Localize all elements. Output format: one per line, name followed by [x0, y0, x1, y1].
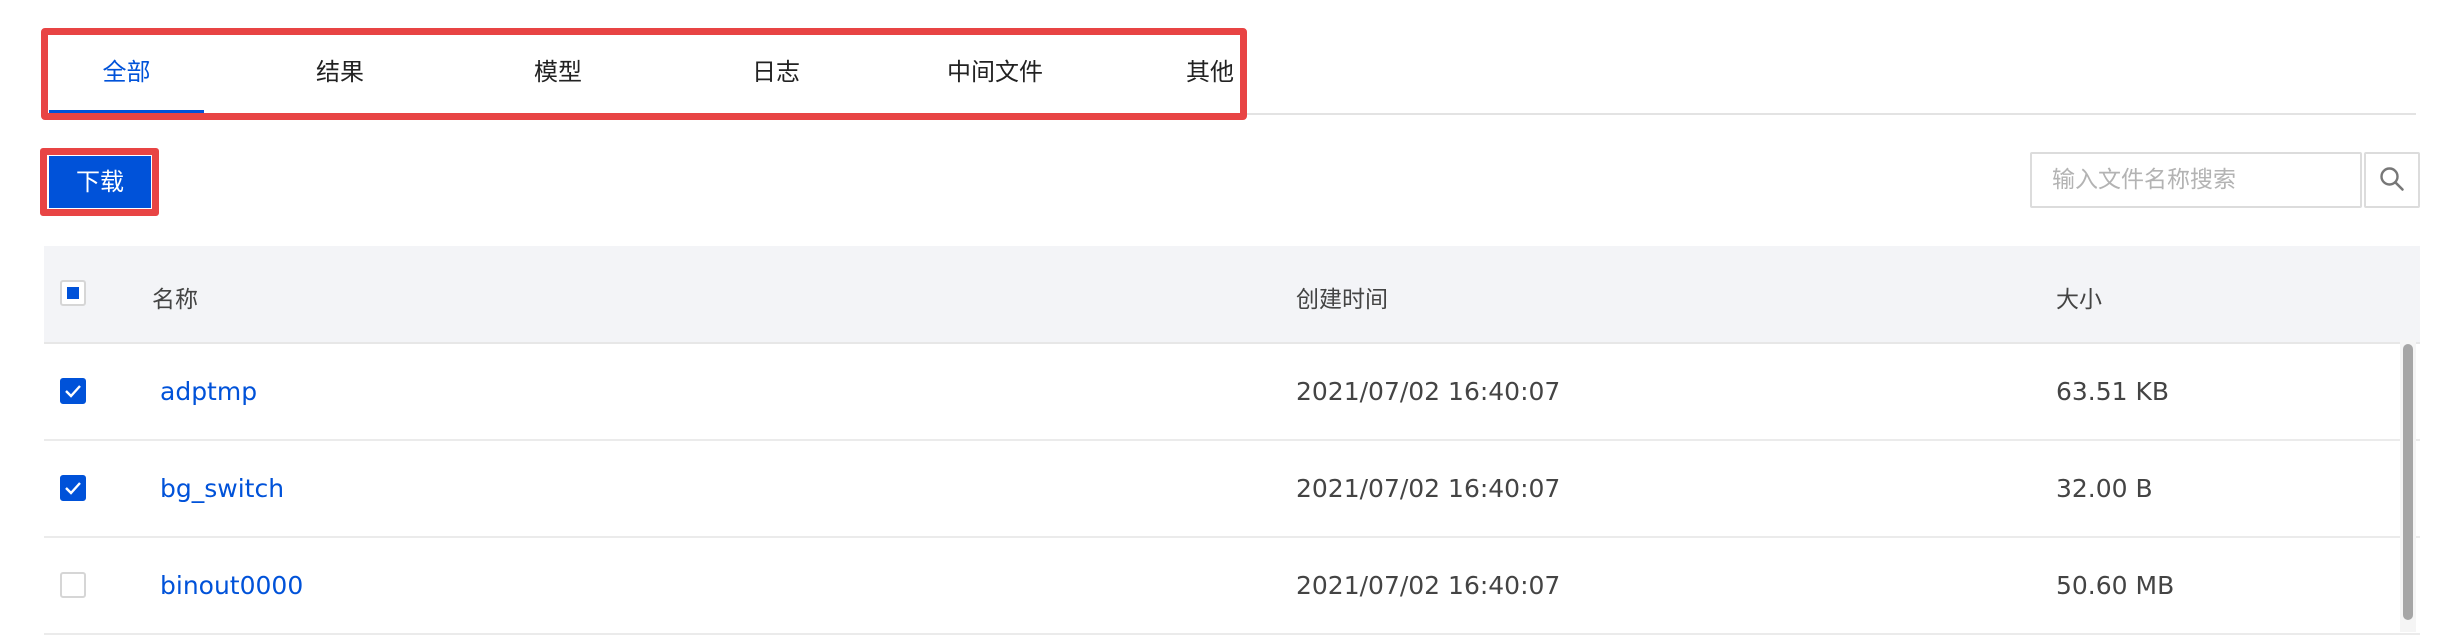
search-button[interactable]	[2364, 152, 2420, 208]
row-checkbox[interactable]	[60, 475, 86, 501]
file-size: 32.00 B	[2056, 474, 2153, 503]
column-header-created: 创建时间	[1296, 287, 1388, 313]
row-checkbox[interactable]	[60, 572, 86, 598]
file-name-link[interactable]: adptmp	[160, 377, 257, 406]
table-header: 名称 创建时间 大小	[44, 246, 2420, 344]
column-header-name: 名称	[152, 287, 198, 313]
tabs-highlight-box	[41, 28, 1247, 120]
table-row[interactable]: bg_switch 2021/07/02 16:40:07 32.00 B	[44, 441, 2420, 538]
table-row[interactable]: binout0000 2021/07/02 16:40:07 50.60 MB	[44, 538, 2420, 635]
check-icon	[65, 482, 81, 495]
file-name-link[interactable]: bg_switch	[160, 474, 284, 503]
check-icon	[65, 385, 81, 398]
partial-indicator	[67, 287, 79, 299]
file-size: 50.60 MB	[2056, 571, 2175, 600]
search-icon	[2378, 165, 2406, 196]
scrollbar-thumb[interactable]	[2403, 344, 2413, 620]
table-row[interactable]: adptmp 2021/07/02 16:40:07 63.51 KB	[44, 344, 2420, 441]
file-name-link[interactable]: binout0000	[160, 571, 303, 600]
column-header-size: 大小	[2056, 287, 2102, 313]
file-size: 63.51 KB	[2056, 377, 2170, 406]
download-button[interactable]: 下载	[49, 156, 151, 208]
search-input[interactable]	[2030, 152, 2362, 208]
created-time: 2021/07/02 16:40:07	[1296, 474, 1561, 503]
created-time: 2021/07/02 16:40:07	[1296, 571, 1561, 600]
select-all-checkbox[interactable]	[60, 280, 86, 306]
row-checkbox[interactable]	[60, 378, 86, 404]
created-time: 2021/07/02 16:40:07	[1296, 377, 1561, 406]
